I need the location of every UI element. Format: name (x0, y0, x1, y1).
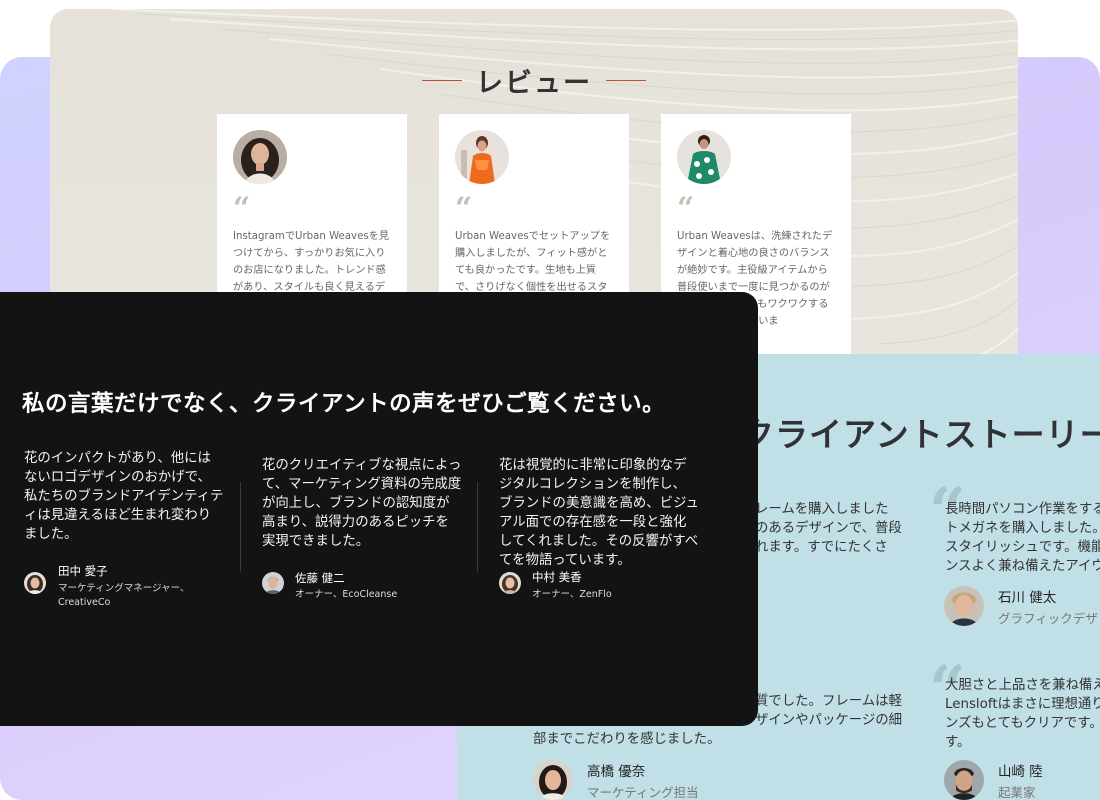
testimonial-role: オーナー、EcoCleanse (295, 589, 398, 600)
client-name: 高橋 優奈 (587, 764, 646, 780)
story-text-line: 質でした。フレームは軽 (755, 694, 902, 709)
testimonial-text: 花は視覚的に非常に印象的なデジタルコレクションを制作し、ブランドの美意識を高め、… (499, 458, 699, 568)
story-text-line: れます。すでにたくさ (755, 540, 888, 555)
testimonial-role: マーケティングマネージャー、CreativeCo (58, 583, 190, 608)
story-text-line: Lensloftはまさに理想通り (945, 697, 1100, 712)
testimonial-name: 田中 愛子 (58, 564, 108, 578)
story-text-line: ンスよく兼ね備えたアイウ (945, 559, 1100, 574)
column-divider (240, 482, 241, 572)
testimonial-avatar (24, 572, 46, 594)
review-title: レビュー (476, 68, 592, 99)
column-divider (477, 482, 478, 572)
quote-icon: “ (677, 191, 695, 226)
story-text-line: トメガネを購入しました。 (945, 521, 1100, 536)
story-text-line: スタイリッシュです。機能性 (945, 540, 1100, 555)
quote-icon: “ (455, 191, 473, 226)
reviewer-avatar (233, 130, 287, 184)
client-stories-title: クライアントストーリー (741, 415, 1100, 454)
story-text-line: 長時間パソコン作業をする (945, 502, 1100, 517)
heading-rule-left (422, 80, 462, 81)
heading-rule-right (606, 80, 646, 81)
story-text-line: のあるデザインで、普段 (755, 521, 902, 536)
client-name: 石川 健太 (998, 590, 1057, 606)
testimonial-name: 中村 美香 (532, 570, 582, 584)
client-avatar (944, 586, 984, 626)
testimonial-avatar (262, 572, 284, 594)
testimonial-text: 花のクリエイティブな視点によって、マーケティング資料の完成度が向上し、ブランドの… (262, 458, 462, 549)
testimonial-text: 花のインパクトがあり、他にはないロゴデザインのおかげで、私たちのブランドアイデン… (24, 451, 224, 542)
testimonial-avatar (499, 572, 521, 594)
testimonial-role: オーナー、ZenFlo (532, 589, 612, 600)
client-role: マーケティング担当 (587, 785, 699, 800)
quote-icon: “ (233, 191, 251, 226)
client-role: グラフィックデザ (998, 611, 1098, 626)
story-text-line: 部までこだわりを感じました。 (533, 732, 721, 747)
reviewer-avatar (455, 130, 509, 184)
testimonials-section: 私の言葉だけでなく、クライアントの声をぜひご覧ください。 花のインパクトがあり、… (0, 292, 758, 726)
client-avatar (944, 760, 984, 800)
story-text-line: す。 (945, 735, 971, 750)
testimonial-name: 佐藤 健二 (295, 571, 345, 585)
reviewer-avatar (677, 130, 731, 184)
client-role: 起業家 (998, 785, 1036, 800)
story-text-line: ザインやパッケージの細 (755, 713, 903, 728)
story-text-line: 大胆さと上品さを兼ね備え (945, 678, 1100, 693)
story-text-line: レームを購入しました (755, 502, 889, 517)
client-name: 山崎 陸 (998, 764, 1043, 780)
testimonials-title: 私の言葉だけでなく、クライアントの声をぜひご覧ください。 (22, 391, 666, 417)
story-text-line: ンズもとてもクリアです。 (945, 716, 1100, 731)
client-avatar (533, 760, 573, 800)
review-heading: レビュー (50, 61, 1018, 100)
